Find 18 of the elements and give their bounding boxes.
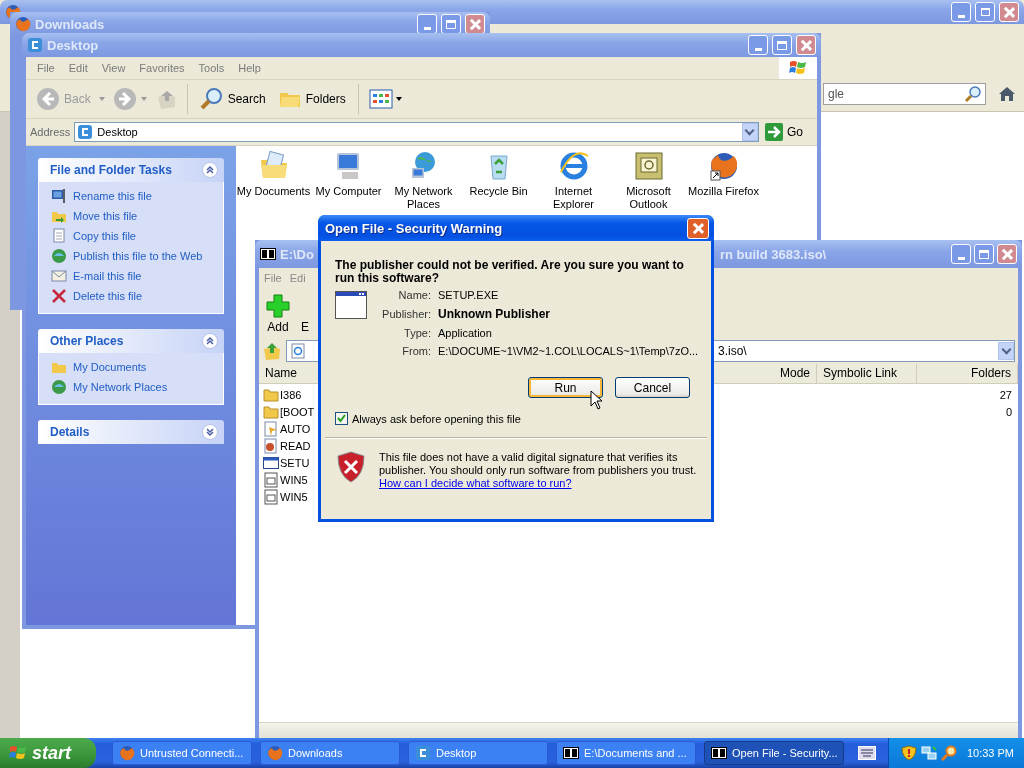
- field-label: Publisher:: [381, 308, 431, 320]
- field-value: SETUP.EXE: [438, 289, 500, 301]
- warning-text: This file does not have a valid digital signature that verifies its publisher. You should only run software from publishers you trust.: [379, 451, 698, 477]
- field-value: E:\DOCUME~1\VM2~1.COL\LOCALS~1\Temp\7zO...: [438, 345, 699, 357]
- field-value: Application: [438, 327, 493, 339]
- field-value: Unknown Publisher: [438, 307, 551, 321]
- warning-heading: The publisher could not be verified. Are you sure you want to run this software?: [334, 257, 685, 285]
- field-label: Type:: [403, 327, 431, 339]
- window-title: Downloads: [35, 16, 105, 32]
- window-title: rn build 3683.iso\: [720, 246, 827, 262]
- address-label: Address: [30, 126, 71, 138]
- window-title: E:\Do: [280, 246, 315, 262]
- folders-cell-text: 0: [1004, 405, 1013, 418]
- window-title: Desktop: [47, 37, 99, 53]
- field-label: Name:: [397, 289, 431, 301]
- dialog-title: Open File - Security Warning: [325, 220, 503, 236]
- folders-cell-text: 27: [998, 388, 1013, 401]
- field-label: From:: [401, 345, 431, 357]
